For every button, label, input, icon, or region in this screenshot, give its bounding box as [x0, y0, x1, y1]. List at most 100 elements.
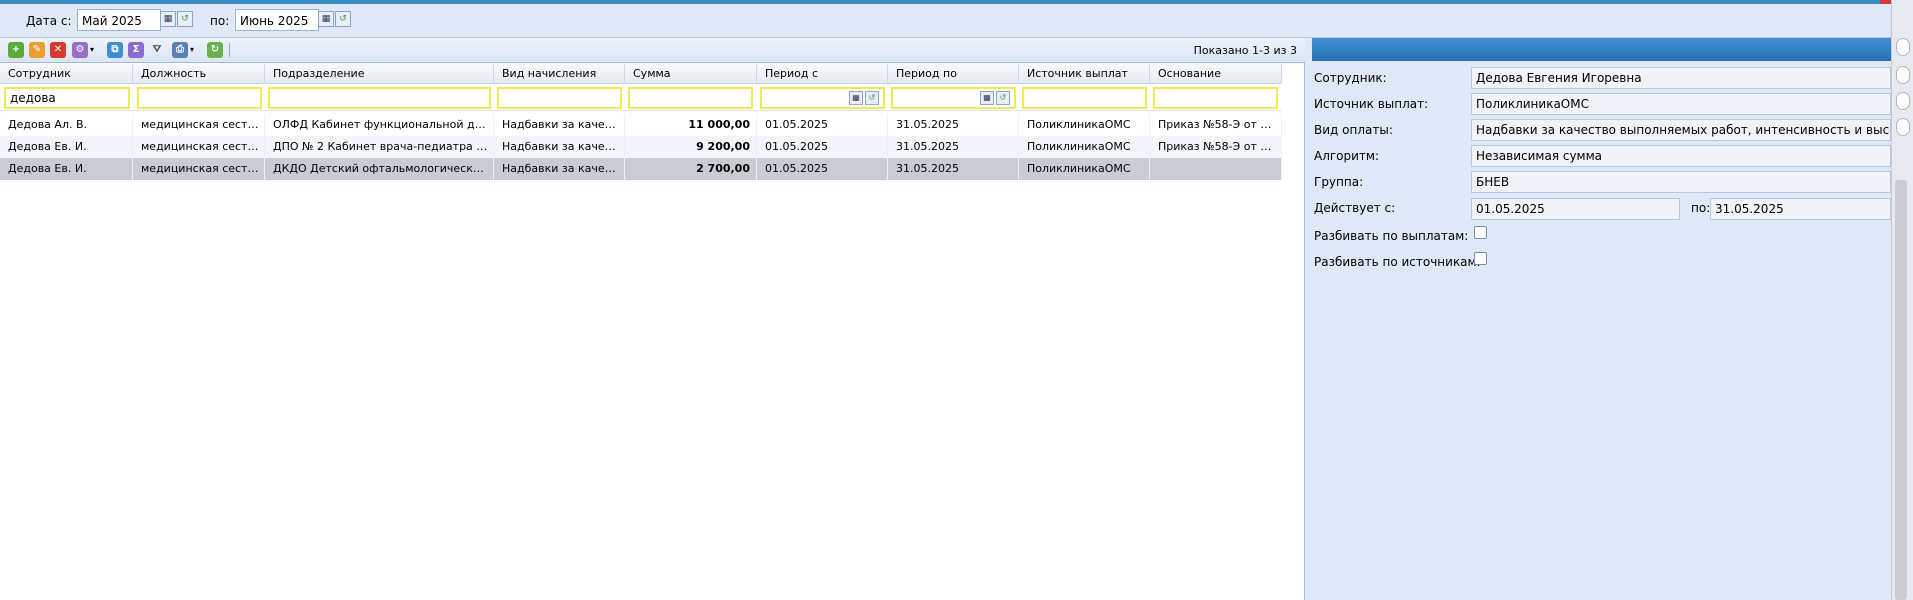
- vertical-scrollbar[interactable]: [1895, 180, 1907, 600]
- group-field[interactable]: БНЕВ: [1471, 171, 1891, 193]
- clear-date-icon[interactable]: ↺: [865, 91, 879, 105]
- toolbar-separator: [229, 43, 230, 57]
- cell-department: ДПО № 2 Кабинет врача-педиатра учас...: [265, 136, 494, 158]
- grid-header: Сотрудник Должность Подразделение Вид на…: [0, 64, 1282, 84]
- cell-amount: 9 200,00: [625, 136, 757, 158]
- side-toggle-button[interactable]: [1896, 92, 1910, 110]
- col-header-period-to[interactable]: Период по: [888, 64, 1019, 84]
- filter-position-input[interactable]: [137, 87, 262, 109]
- valid-from-field[interactable]: 01.05.2025: [1471, 198, 1680, 220]
- date-from-input[interactable]: Май 2025: [77, 9, 161, 31]
- chevron-down-icon[interactable]: ▾: [90, 45, 94, 54]
- edit-icon[interactable]: ✎: [29, 42, 45, 58]
- copy-icon[interactable]: ⧉: [107, 42, 123, 58]
- algorithm-field[interactable]: Независимая сумма: [1471, 145, 1891, 167]
- grid-toolbar: + ✎ ✕ ⚙ ▾ ⧉ Σ ⛛ ⎙ ▾ ↻ Показано 1-3 из 3: [0, 38, 1305, 63]
- cell-period-to: 31.05.2025: [888, 114, 1019, 136]
- cell-period-to: 31.05.2025: [888, 158, 1019, 180]
- split-payments-checkbox[interactable]: [1474, 226, 1487, 239]
- cell-position: медицинская сестра: [133, 114, 265, 136]
- cell-accrual-type: Надбавки за качеств...: [494, 158, 625, 180]
- sum-icon[interactable]: Σ: [128, 42, 144, 58]
- clear-date-icon[interactable]: ↺: [996, 91, 1010, 105]
- valid-to-label: по:: [1691, 201, 1711, 215]
- refresh-icon[interactable]: ↻: [207, 42, 223, 58]
- pay-type-field[interactable]: Надбавки за качество выполняемых работ, …: [1471, 119, 1891, 141]
- filter-basis-input[interactable]: [1153, 87, 1278, 109]
- col-header-source[interactable]: Источник выплат: [1019, 64, 1150, 84]
- calendar-icon[interactable]: ▦: [318, 11, 334, 27]
- table-row[interactable]: Дедова Ев. И. медицинская сестра ... ДПО…: [0, 136, 1282, 158]
- details-panel-header: [1312, 38, 1891, 61]
- cell-source: ПоликлиникаОМС: [1019, 136, 1150, 158]
- accruals-grid-panel: + ✎ ✕ ⚙ ▾ ⧉ Σ ⛛ ⎙ ▾ ↻ Показано 1-3 из 3 …: [0, 38, 1305, 600]
- cell-employee: Дедова Ал. В.: [0, 114, 133, 136]
- clear-date-icon[interactable]: ↺: [335, 11, 351, 27]
- side-toggle-button[interactable]: [1896, 118, 1910, 136]
- split-sources-checkbox[interactable]: [1474, 252, 1487, 265]
- table-row[interactable]: Дедова Ал. В. медицинская сестра ОЛФД Ка…: [0, 114, 1282, 136]
- clear-date-icon[interactable]: ↺: [177, 11, 193, 27]
- col-header-department[interactable]: Подразделение: [265, 64, 494, 84]
- date-to-label: по:: [210, 14, 230, 28]
- col-header-amount[interactable]: Сумма: [625, 64, 757, 84]
- algorithm-label: Алгоритм:: [1314, 149, 1380, 163]
- filter-department-input[interactable]: [268, 87, 491, 109]
- actions-menu-icon[interactable]: ⚙: [72, 42, 88, 58]
- cell-period-from: 01.05.2025: [757, 114, 888, 136]
- filter-accrual-type-input[interactable]: [497, 87, 622, 109]
- cell-source: ПоликлиникаОМС: [1019, 158, 1150, 180]
- calendar-icon[interactable]: ▦: [980, 91, 994, 105]
- employee-label: Сотрудник:: [1314, 71, 1387, 85]
- add-icon[interactable]: +: [8, 42, 24, 58]
- cell-position: медицинская сестра: [133, 158, 265, 180]
- col-header-basis[interactable]: Основание: [1150, 64, 1282, 84]
- valid-to-field[interactable]: 31.05.2025: [1710, 198, 1891, 220]
- cell-amount: 11 000,00: [625, 114, 757, 136]
- calendar-icon[interactable]: ▦: [849, 91, 863, 105]
- filter-source-input[interactable]: [1022, 87, 1147, 109]
- cell-period-from: 01.05.2025: [757, 158, 888, 180]
- group-label: Группа:: [1314, 175, 1364, 189]
- cell-employee: Дедова Ев. И.: [0, 136, 133, 158]
- col-header-employee[interactable]: Сотрудник: [0, 64, 133, 84]
- cell-basis: Приказ №58-Э от 27....: [1150, 114, 1282, 136]
- source-field[interactable]: ПоликлиникаОМС: [1471, 93, 1891, 115]
- filter-amount-input[interactable]: [628, 87, 753, 109]
- cell-source: ПоликлиникаОМС: [1019, 114, 1150, 136]
- date-filter-bar: Дата с: Май 2025 ▦ ↺ по: Июнь 2025 ▦ ↺: [0, 4, 1913, 38]
- delete-icon[interactable]: ✕: [50, 42, 66, 58]
- cell-period-to: 31.05.2025: [888, 136, 1019, 158]
- cell-position: медицинская сестра ...: [133, 136, 265, 158]
- shown-count: Показано 1-3 из 3: [1193, 44, 1297, 57]
- pay-type-label: Вид оплаты:: [1314, 123, 1393, 137]
- cell-amount: 2 700,00: [625, 158, 757, 180]
- cell-period-from: 01.05.2025: [757, 136, 888, 158]
- cell-department: ДКДО Детский офтальмологический каб...: [265, 158, 494, 180]
- side-toggle-button[interactable]: [1896, 38, 1910, 56]
- cell-accrual-type: Надбавки за качеств...: [494, 136, 625, 158]
- chevron-down-icon[interactable]: ▾: [190, 45, 194, 54]
- employee-field[interactable]: Дедова Евгения Игоревна: [1471, 67, 1891, 89]
- split-payments-label: Разбивать по выплатам:: [1314, 229, 1469, 243]
- source-label: Источник выплат:: [1314, 97, 1429, 111]
- calendar-icon[interactable]: ▦: [160, 11, 176, 27]
- date-from-label: Дата с:: [26, 14, 72, 28]
- col-header-accrual-type[interactable]: Вид начисления: [494, 64, 625, 84]
- col-header-period-from[interactable]: Период с: [757, 64, 888, 84]
- table-row-selected[interactable]: Дедова Ев. И. медицинская сестра ДКДО Де…: [0, 158, 1282, 180]
- date-to-input[interactable]: Июнь 2025: [235, 9, 319, 31]
- print-icon[interactable]: ⎙: [172, 42, 188, 58]
- grid-filter-row: дедова ▦ ↺ ▦ ↺: [0, 85, 1282, 111]
- split-sources-label: Разбивать по источникам:: [1314, 255, 1481, 269]
- cell-accrual-type: Надбавки за качеств...: [494, 114, 625, 136]
- details-panel: Сотрудник: Дедова Евгения Игоревна Источ…: [1306, 38, 1891, 600]
- cell-basis: [1150, 158, 1282, 180]
- filter-employee-input[interactable]: дедова: [4, 87, 130, 109]
- side-toggle-button[interactable]: [1896, 66, 1910, 84]
- col-header-position[interactable]: Должность: [133, 64, 265, 84]
- cell-basis: Приказ №58-Э от 27....: [1150, 136, 1282, 158]
- clear-filter-icon[interactable]: ⛛: [149, 42, 165, 58]
- cell-department: ОЛФД Кабинет функциональной диагно...: [265, 114, 494, 136]
- cell-employee: Дедова Ев. И.: [0, 158, 133, 180]
